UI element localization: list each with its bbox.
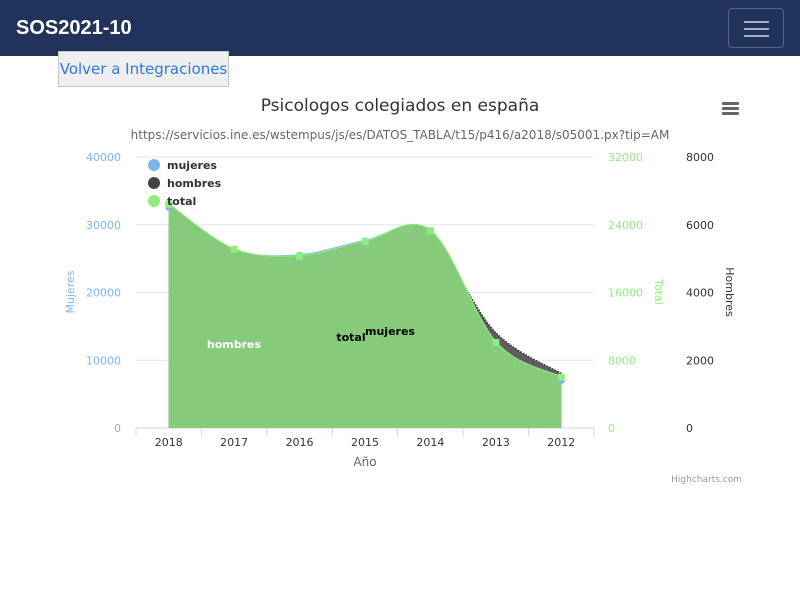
y-tick-label-total: 8000	[608, 354, 636, 367]
y-axis-title-mujeres: Mujeres	[64, 270, 77, 313]
legend: mujeres hombres total	[148, 159, 222, 208]
marker-total[interactable]	[426, 227, 434, 235]
chart: Psicologos colegiados en españa https://…	[64, 96, 744, 485]
legend-item-mujeres[interactable]: mujeres	[148, 159, 217, 172]
y-tick-label-mujeres: 0	[114, 422, 121, 435]
x-axis-title: Año	[353, 455, 376, 469]
legend-label: total	[167, 195, 196, 208]
y-tick-label-mujeres: 40000	[86, 151, 121, 164]
y-tick-label-total: 16000	[608, 287, 643, 300]
annotation-label: mujeres	[365, 325, 415, 338]
y-tick-label-hombres: 4000	[686, 287, 714, 300]
annotation-label: total	[336, 331, 365, 344]
y-tick-label-total: 32000	[608, 151, 643, 164]
legend-item-total[interactable]: total	[148, 195, 196, 208]
legend-symbol	[148, 177, 160, 189]
y-tick-label-mujeres: 10000	[86, 354, 121, 367]
marker-total[interactable]	[557, 373, 565, 381]
y-tick-label-total: 24000	[608, 219, 643, 232]
x-tick-label: 2017	[220, 436, 248, 449]
y-axis-title-total: Total	[652, 278, 665, 305]
legend-label: mujeres	[167, 159, 217, 172]
marker-total[interactable]	[230, 245, 238, 253]
y-axis-title-hombres: Hombres	[723, 267, 736, 317]
context-menu-icon[interactable]	[718, 96, 744, 120]
x-tick-label: 2012	[547, 436, 575, 449]
y-tick-label-mujeres: 30000	[86, 219, 121, 232]
y-tick-label-hombres: 8000	[686, 151, 714, 164]
x-tick-label: 2016	[286, 436, 314, 449]
credits-link[interactable]: Highcharts.com	[671, 475, 742, 485]
legend-label: hombres	[167, 177, 222, 190]
x-tick-label: 2014	[416, 436, 444, 449]
y-tick-label-hombres: 6000	[686, 219, 714, 232]
x-tick-label: 2018	[155, 436, 183, 449]
y-tick-label-hombres: 0	[686, 422, 693, 435]
marker-total[interactable]	[492, 338, 500, 346]
annotation-label: hombres	[207, 338, 262, 351]
y-tick-label-total: 0	[608, 422, 615, 435]
chart-subtitle: https://servicios.ine.es/wstempus/js/es/…	[131, 128, 670, 142]
chart-title: Psicologos colegiados en españa	[261, 96, 540, 116]
x-tick-label: 2015	[351, 436, 379, 449]
legend-symbol	[148, 159, 160, 171]
marker-total[interactable]	[296, 252, 304, 260]
marker-total[interactable]	[361, 238, 369, 246]
y-tick-label-hombres: 2000	[686, 354, 714, 367]
legend-symbol	[148, 195, 160, 207]
x-tick-label: 2013	[482, 436, 510, 449]
y-tick-label-mujeres: 20000	[86, 287, 121, 300]
legend-item-hombres[interactable]: hombres	[148, 177, 222, 190]
